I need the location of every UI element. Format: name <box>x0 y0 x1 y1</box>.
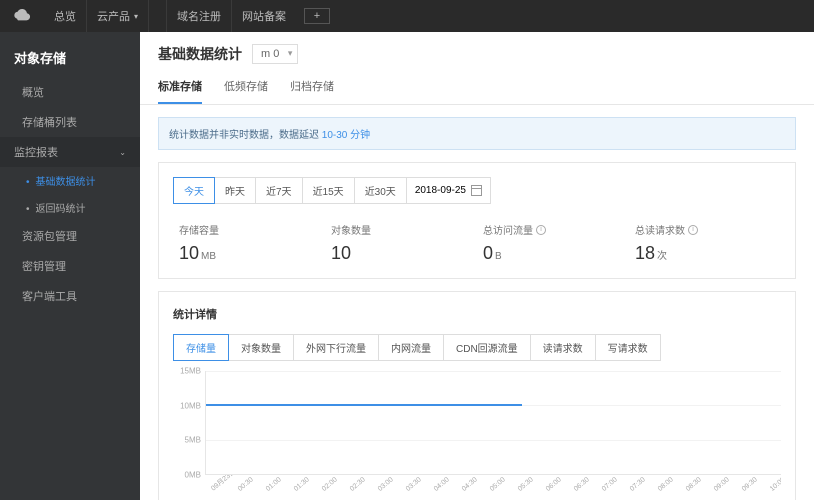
range-15d[interactable]: 近15天 <box>302 177 355 204</box>
bullet-icon: • <box>26 204 30 215</box>
dtab-storage[interactable]: 存储量 <box>173 334 229 361</box>
sidebar-sub-return-code[interactable]: • 返回码统计 <box>0 194 140 221</box>
sidebar-item-overview[interactable]: 概览 <box>0 77 140 107</box>
date-picker[interactable]: 2018-09-25 <box>406 177 491 204</box>
chart-yaxis: 15MB10MB5MB0MB <box>173 371 203 475</box>
dtab-objects[interactable]: 对象数量 <box>228 334 294 361</box>
sidebar-title: 对象存储 <box>0 42 140 77</box>
dtab-cdn[interactable]: CDN回源流量 <box>443 334 531 361</box>
sidebar-item-key[interactable]: 密钥管理 <box>0 251 140 281</box>
metric-objects-value: 10 <box>331 243 351 263</box>
nav-products[interactable]: 云产品 ▾ <box>87 0 149 32</box>
chart-xaxis: 09月23日00:3001:0001:3002:0002:3003:0003:3… <box>205 475 781 491</box>
metric-storage-label: 存储容量 <box>179 222 219 237</box>
sidebar-item-monitor-label: 监控报表 <box>14 144 58 160</box>
sidebar-item-monitor[interactable]: 监控报表 ⌄ <box>0 137 140 167</box>
metric-traffic-value: 0 <box>483 243 493 263</box>
metric-storage-value: 10 <box>179 243 199 263</box>
tab-standard-storage[interactable]: 标准存储 <box>158 78 202 104</box>
topbar: 总览 云产品 ▾ 域名注册 网站备案 + <box>0 0 814 32</box>
nav-domain-register[interactable]: 域名注册 <box>167 0 232 32</box>
summary-card: 今天 昨天 近7天 近15天 近30天 2018-09-25 存储容量 10MB… <box>158 162 796 279</box>
range-yesterday[interactable]: 昨天 <box>214 177 256 204</box>
metric-storage-unit: MB <box>201 251 216 262</box>
chevron-down-icon: ▾ <box>134 12 138 21</box>
info-icon[interactable]: i <box>688 225 698 235</box>
metric-objects: 对象数量 10 <box>325 222 477 264</box>
metric-requests-label: 总读请求数 <box>635 222 685 237</box>
metric-requests-value: 18 <box>635 243 655 263</box>
storage-chart: 15MB10MB5MB0MB 09月23日00:3001:0001:3002:0… <box>173 371 781 491</box>
range-today[interactable]: 今天 <box>173 177 215 204</box>
info-icon[interactable]: i <box>536 225 546 235</box>
metric-objects-label: 对象数量 <box>331 222 371 237</box>
bucket-selector-value: m 0 <box>261 48 279 60</box>
bucket-selector[interactable]: m 0 <box>252 44 298 64</box>
sidebar-item-package[interactable]: 资源包管理 <box>0 221 140 251</box>
chart-plot <box>205 371 781 475</box>
page-title: 基础数据统计 <box>158 44 242 64</box>
metrics-row: 存储容量 10MB 对象数量 10 总访问流量i 0B 总读请求数i 18次 <box>173 222 781 264</box>
nav-products-label: 云产品 <box>97 8 130 24</box>
topbar-spacer <box>149 0 167 32</box>
sidebar-item-client[interactable]: 客户端工具 <box>0 281 140 311</box>
add-button[interactable]: + <box>304 8 330 24</box>
calendar-icon <box>471 185 482 196</box>
sidebar-sub-basic-stats[interactable]: • 基础数据统计 <box>0 167 140 194</box>
metric-traffic: 总访问流量i 0B <box>477 222 629 264</box>
metric-traffic-label: 总访问流量 <box>483 222 533 237</box>
delay-notice: 统计数据并非实时数据，数据延迟 10-30 分钟 <box>158 117 796 150</box>
dtab-egress[interactable]: 外网下行流量 <box>293 334 379 361</box>
metric-storage: 存储容量 10MB <box>173 222 325 264</box>
chevron-down-icon: ⌄ <box>119 148 126 157</box>
metric-requests-unit: 次 <box>657 251 667 262</box>
sidebar: 对象存储 概览 存储桶列表 监控报表 ⌄ • 基础数据统计 • 返回码统计 资源包管… <box>0 32 140 500</box>
sidebar-sub-basic-stats-label: 基础数据统计 <box>36 177 96 188</box>
storage-class-tabs: 标准存储 低频存储 归档存储 <box>140 64 814 105</box>
main-content: 基础数据统计 m 0 标准存储 低频存储 归档存储 统计数据并非实时数据，数据延… <box>140 32 814 500</box>
metric-requests: 总读请求数i 18次 <box>629 222 781 264</box>
dtab-intranet[interactable]: 内网流量 <box>378 334 444 361</box>
tab-archive-storage[interactable]: 归档存储 <box>290 78 334 104</box>
time-range-selector: 今天 昨天 近7天 近15天 近30天 2018-09-25 <box>173 177 781 204</box>
bullet-icon: • <box>26 177 30 188</box>
range-7d[interactable]: 近7天 <box>255 177 303 204</box>
detail-metric-tabs: 存储量 对象数量 外网下行流量 内网流量 CDN回源流量 读请求数 写请求数 <box>173 334 781 361</box>
tab-low-freq-storage[interactable]: 低频存储 <box>224 78 268 104</box>
range-30d[interactable]: 近30天 <box>354 177 407 204</box>
notice-highlight: 10-30 分钟 <box>322 130 370 141</box>
sidebar-item-bucket-list[interactable]: 存储桶列表 <box>0 107 140 137</box>
detail-card: 统计详情 存储量 对象数量 外网下行流量 内网流量 CDN回源流量 读请求数 写… <box>158 291 796 500</box>
detail-title: 统计详情 <box>173 306 781 322</box>
sidebar-sub-return-code-label: 返回码统计 <box>36 204 86 215</box>
dtab-read[interactable]: 读请求数 <box>530 334 596 361</box>
nav-overview[interactable]: 总览 <box>44 0 87 32</box>
chart-series-line <box>206 404 522 406</box>
nav-site-record[interactable]: 网站备案 <box>232 0 296 32</box>
cloud-logo[interactable] <box>0 7 44 25</box>
dtab-write[interactable]: 写请求数 <box>595 334 661 361</box>
page-header: 基础数据统计 m 0 <box>140 32 814 64</box>
notice-text: 统计数据并非实时数据，数据延迟 <box>169 130 322 141</box>
date-value: 2018-09-25 <box>415 185 466 196</box>
metric-traffic-unit: B <box>495 251 502 262</box>
